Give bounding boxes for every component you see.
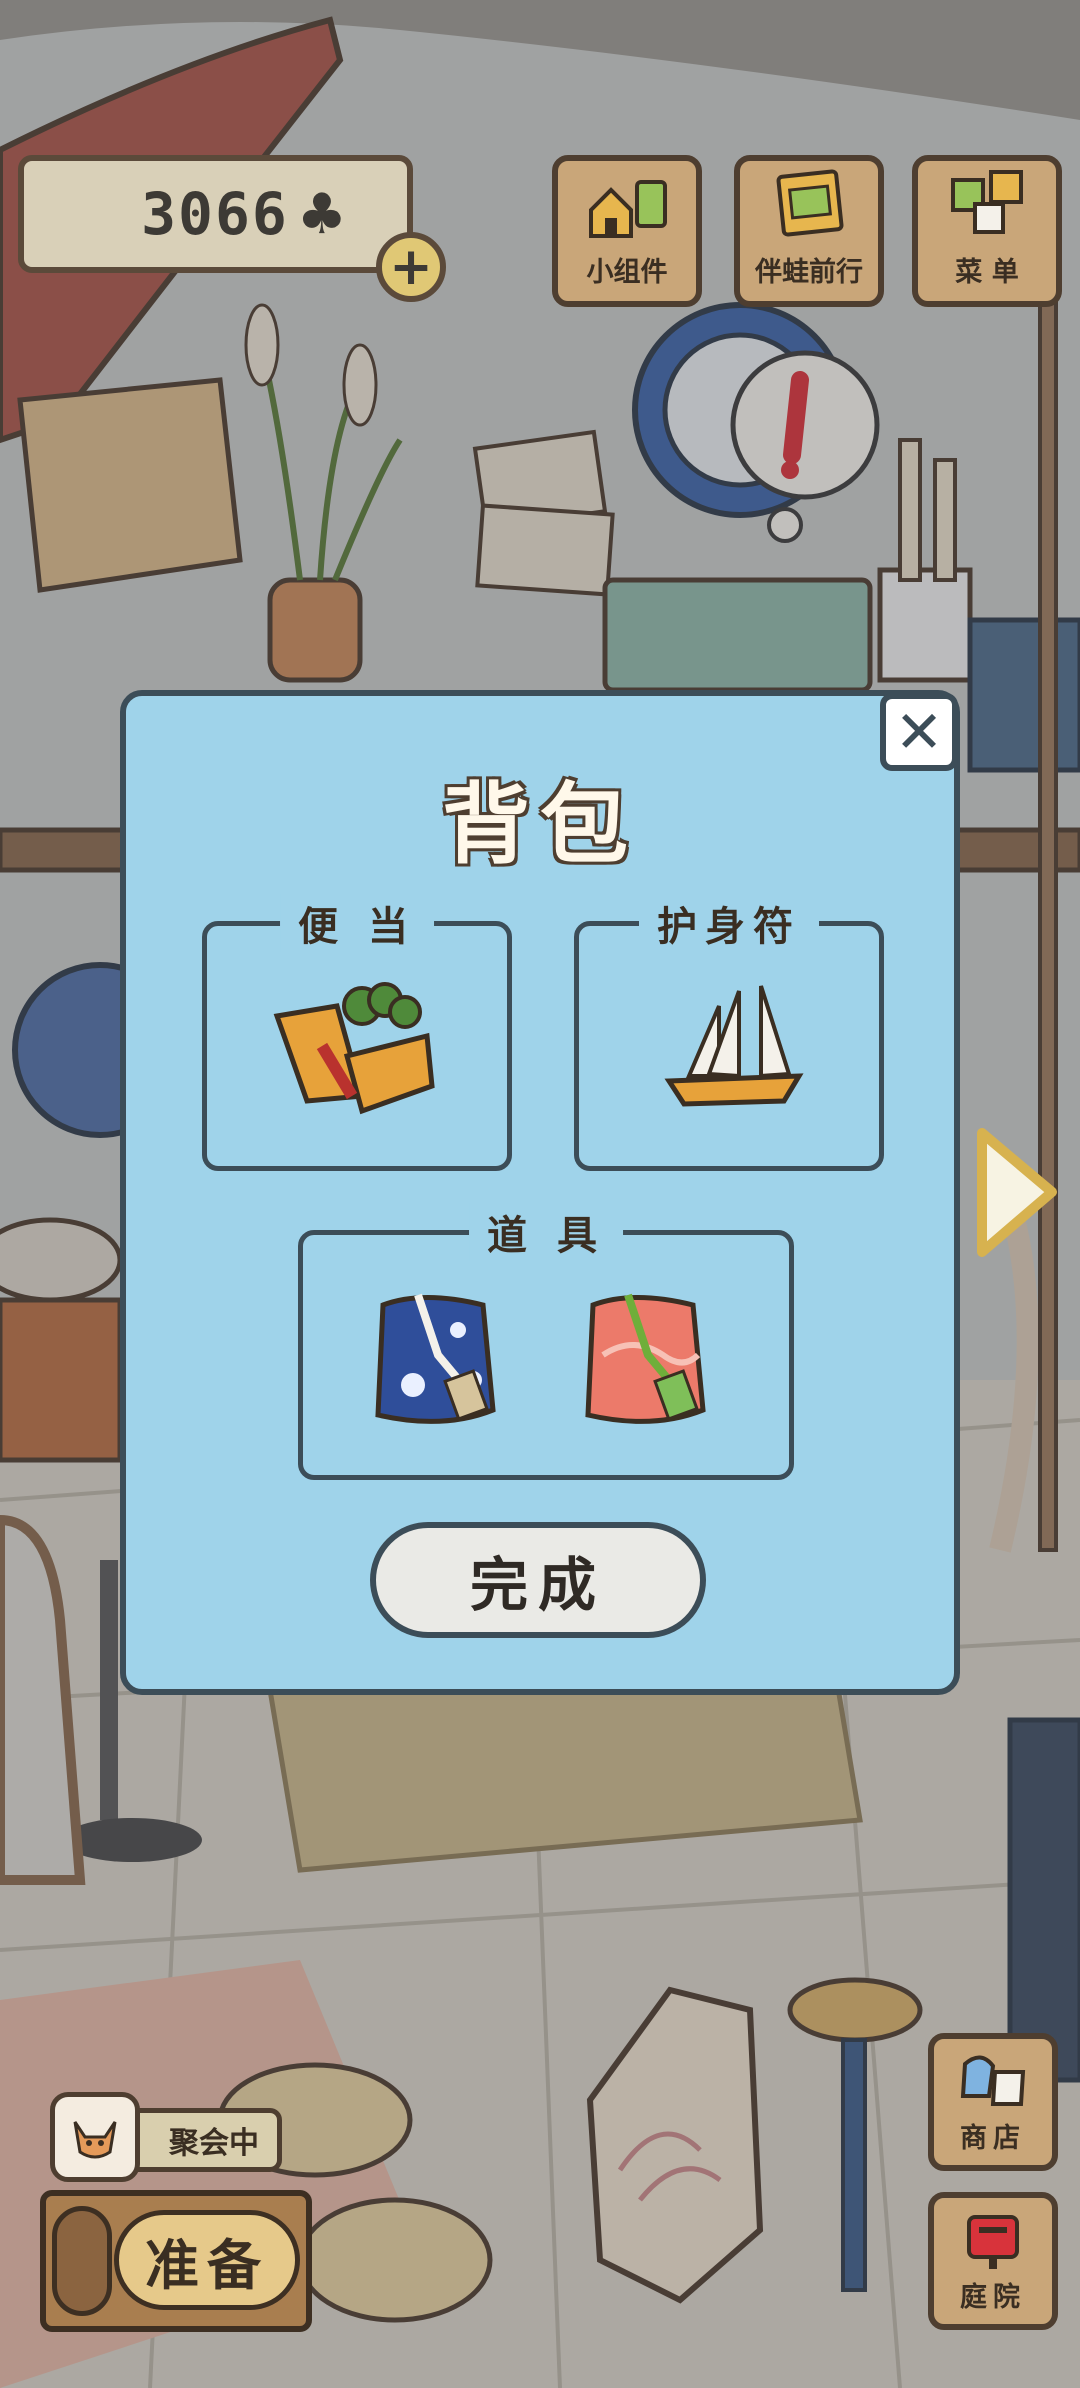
charm-slot[interactable]: 护身符 — [574, 894, 884, 1171]
tools-slot-label: 道 具 — [469, 1203, 623, 1261]
journey-icon — [776, 169, 844, 237]
sailboat-charm-icon — [664, 985, 804, 1107]
shop-label: 商店 — [960, 2123, 1026, 2154]
next-room-arrow-icon[interactable] — [972, 1125, 1062, 1260]
done-button[interactable]: 完成 — [370, 1522, 706, 1638]
widget-label: 小组件 — [586, 257, 668, 288]
journey-label: 伴蛙前行 — [755, 257, 863, 288]
charm-slot-label: 护身符 — [639, 894, 819, 952]
shop-button[interactable]: 商店 — [928, 2033, 1058, 2171]
close-button[interactable]: ✕ — [880, 693, 958, 771]
menu-button[interactable]: 菜 单 — [912, 155, 1062, 307]
garden-button[interactable]: 庭院 — [928, 2192, 1058, 2330]
log-icon — [52, 2206, 112, 2316]
menu-icon — [951, 170, 1023, 234]
widget-icon — [589, 180, 667, 238]
tools-slot[interactable]: 道 具 — [298, 1203, 794, 1480]
garden-label: 庭院 — [960, 2282, 1026, 2313]
red-furoshiki-icon — [585, 1293, 706, 1424]
bento-slot-label: 便 当 — [280, 894, 434, 952]
menu-label: 菜 单 — [955, 257, 1019, 288]
shop-bag-icon — [960, 2055, 1026, 2106]
sandwich-icon — [273, 982, 435, 1115]
clover-icon: ♣ — [296, 181, 347, 247]
blue-furoshiki-icon — [375, 1293, 496, 1424]
modal-title: 背包 — [440, 772, 638, 878]
fox-icon — [73, 2121, 117, 2159]
party-status-text: 聚会中 — [169, 2126, 259, 2161]
widget-button[interactable]: 小组件 — [552, 155, 702, 307]
journey-button[interactable]: 伴蛙前行 — [734, 155, 884, 307]
mailbox-icon — [967, 2215, 1019, 2269]
fox-avatar — [50, 2092, 140, 2182]
prepare-button[interactable]: 准备 — [40, 2190, 312, 2332]
prepare-label: 准备 — [114, 2210, 300, 2310]
bento-slot[interactable]: 便 当 — [202, 894, 512, 1171]
clover-count: 3066 — [141, 180, 289, 248]
add-clover-button[interactable]: + — [376, 232, 446, 302]
clover-counter: 3066 ♣ — [18, 155, 413, 273]
